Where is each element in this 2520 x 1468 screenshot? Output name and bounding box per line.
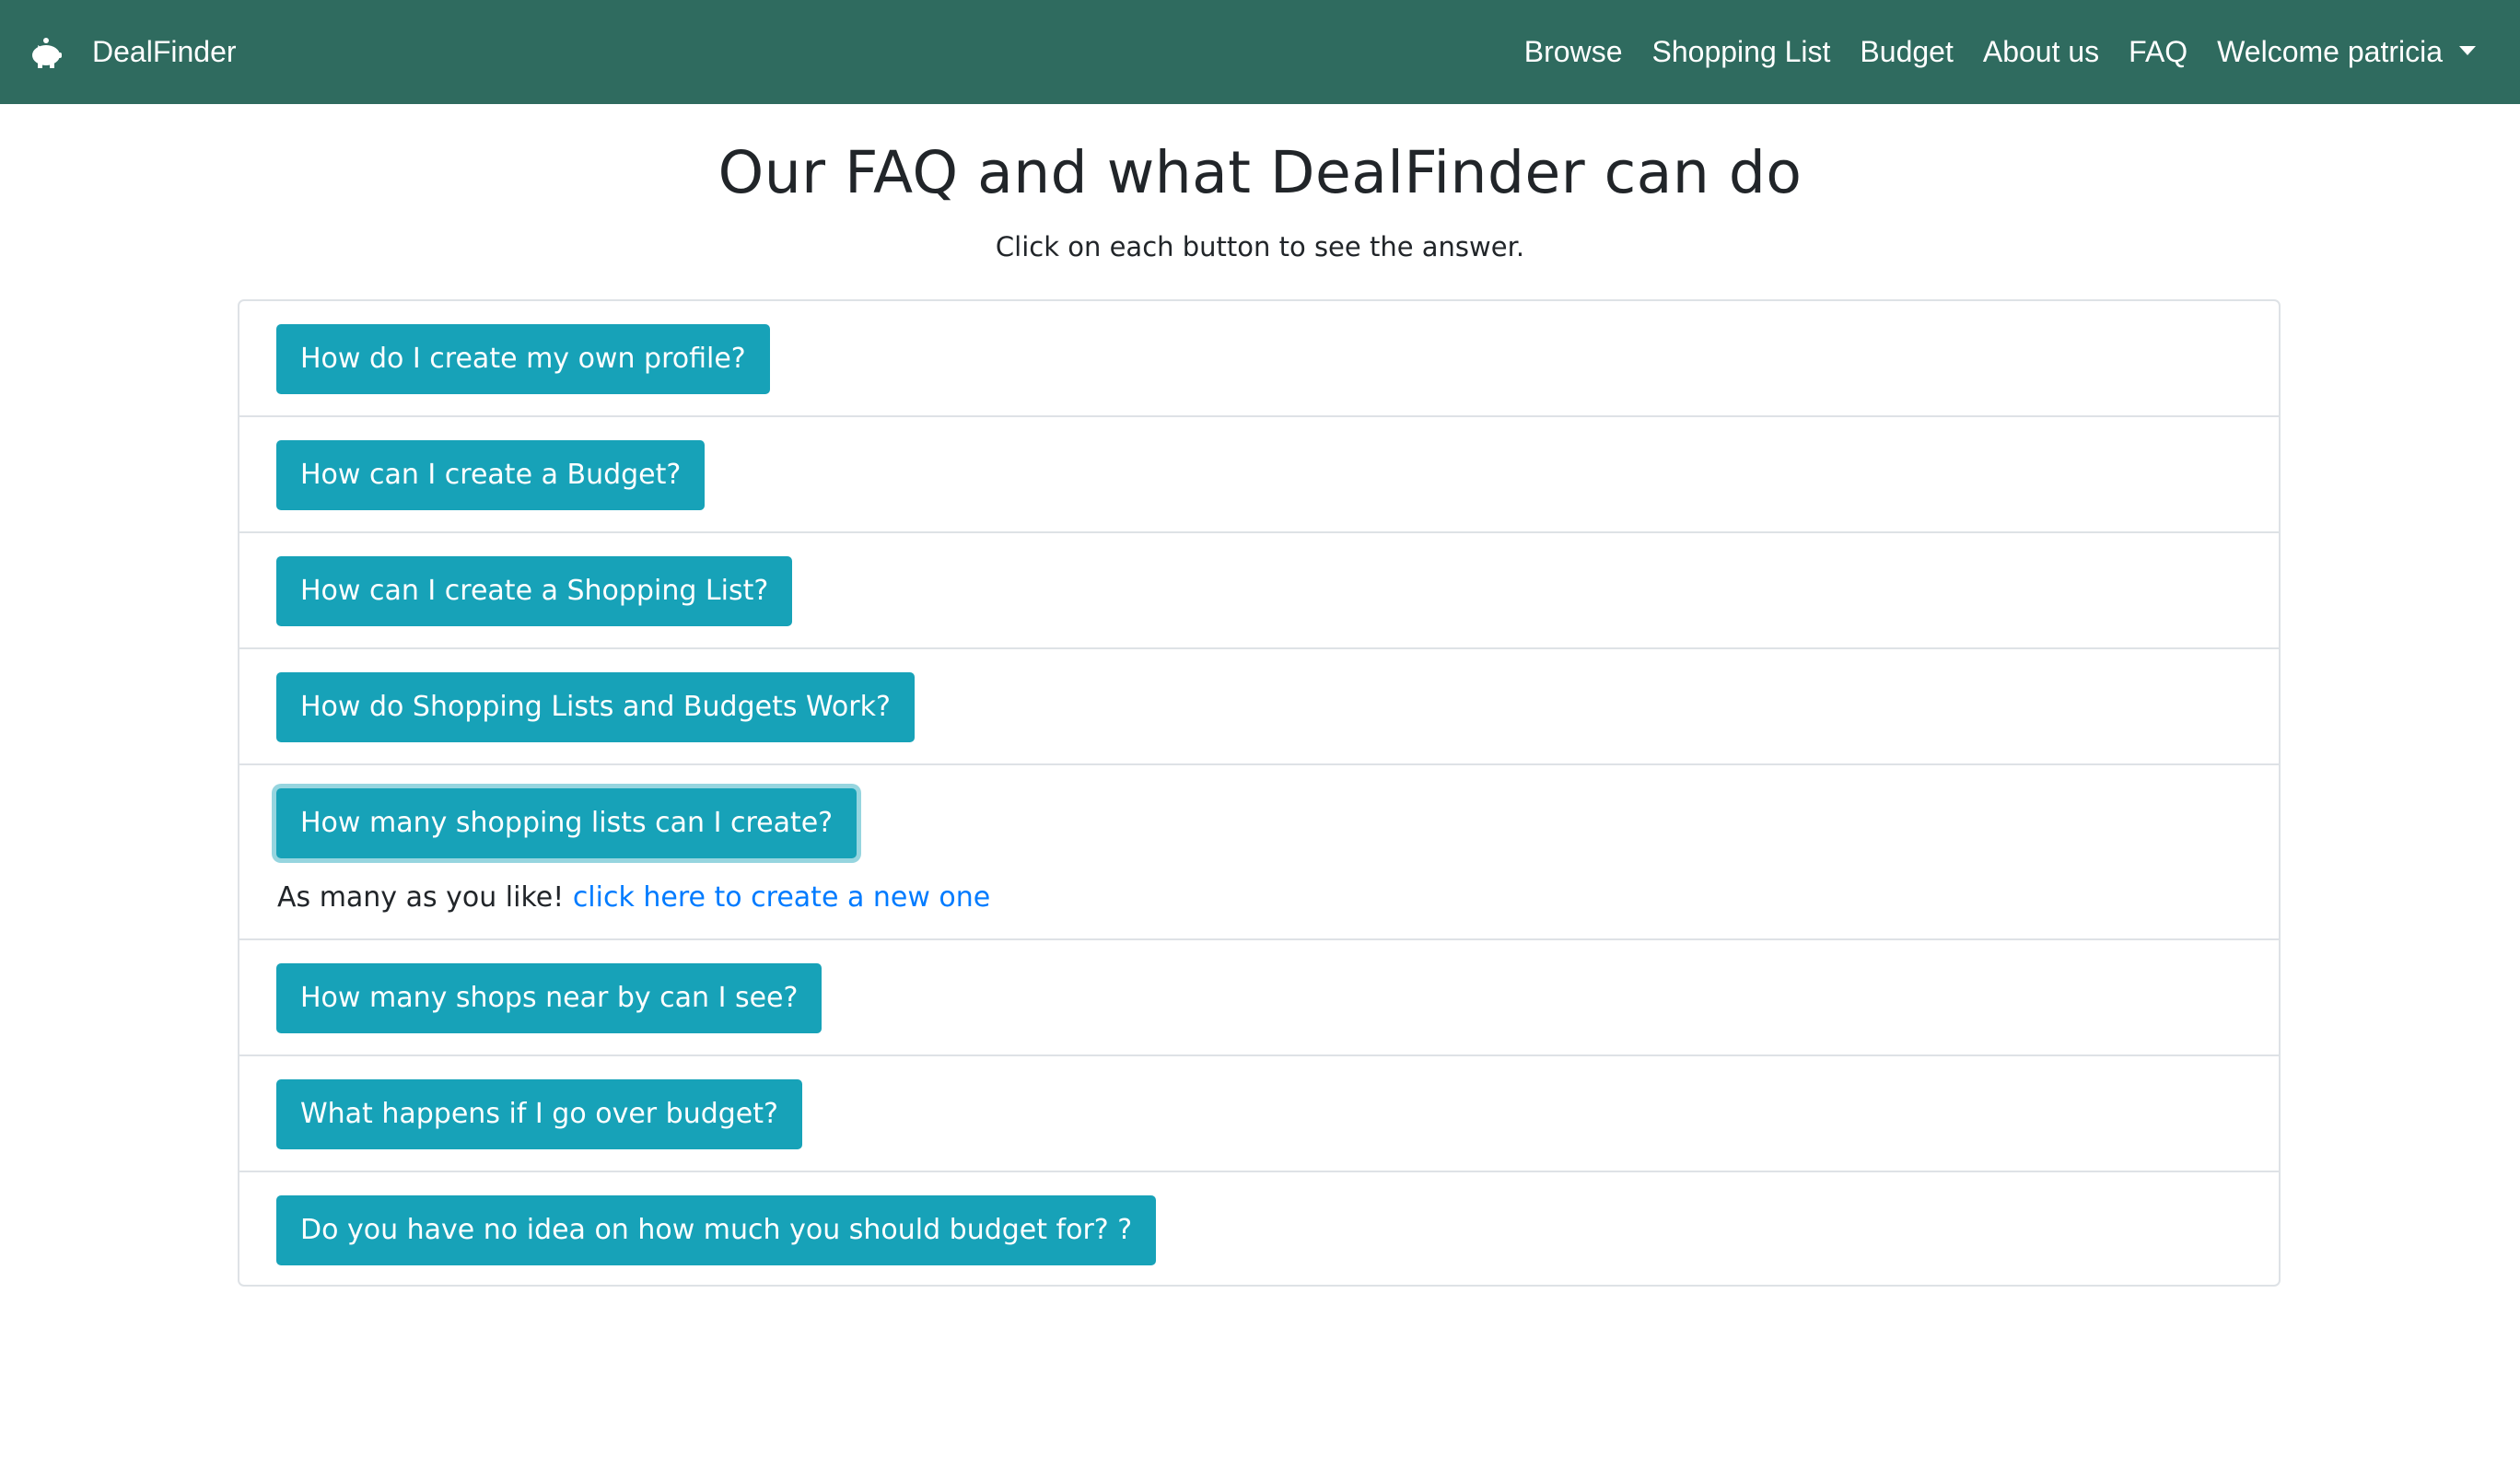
nav-about-us[interactable]: About us — [1983, 35, 2099, 69]
piggy-bank-icon — [28, 34, 64, 71]
faq-item: How do I create my own profile? — [239, 301, 2279, 417]
nav-budget[interactable]: Budget — [1860, 35, 1953, 69]
nav-links: Browse Shopping List Budget About us FAQ… — [1524, 0, 2476, 104]
brand-name: DealFinder — [92, 35, 237, 68]
caret-down-icon — [2459, 45, 2476, 55]
faq-item: Do you have no idea on how much you shou… — [239, 1172, 2279, 1285]
faq-question-button-over-budget[interactable]: What happens if I go over budget? — [276, 1079, 802, 1149]
faq-question-button-nearby-shops[interactable]: How many shops near by can I see? — [276, 963, 822, 1033]
faq-item: What happens if I go over budget? — [239, 1056, 2279, 1172]
page-title: Our FAQ and what DealFinder can do — [718, 139, 1802, 206]
user-menu-label: Welcome patricia — [2217, 35, 2443, 68]
nav-faq[interactable]: FAQ — [2129, 35, 2188, 69]
nav-browse[interactable]: Browse — [1524, 35, 1623, 69]
page-subtitle: Click on each button to see the answer. — [995, 231, 1525, 262]
brand[interactable]: DealFinder — [28, 0, 237, 104]
faq-item: How do Shopping Lists and Budgets Work? — [239, 649, 2279, 765]
faq-answer-text: As many as you like! — [277, 881, 573, 914]
faq-answer: As many as you like! click here to creat… — [277, 881, 990, 914]
nav-shopping-list[interactable]: Shopping List — [1652, 35, 1831, 69]
faq-question-button-budget[interactable]: How can I create a Budget? — [276, 440, 706, 510]
faq-question-button-list-count[interactable]: How many shopping lists can I create? — [276, 788, 858, 858]
faq-question-button-shopping-list[interactable]: How can I create a Shopping List? — [276, 556, 793, 626]
faq-item: How can I create a Budget? — [239, 417, 2279, 533]
faq-question-button-how-it-works[interactable]: How do Shopping Lists and Budgets Work? — [276, 672, 915, 742]
faq-item-expanded: How many shopping lists can I create? As… — [239, 765, 2279, 940]
create-list-link[interactable]: click here to create a new one — [573, 881, 990, 914]
faq-item: How can I create a Shopping List? — [239, 533, 2279, 649]
top-navbar: DealFinder Browse Shopping List Budget A… — [0, 0, 2520, 104]
faq-item: How many shops near by can I see? — [239, 940, 2279, 1056]
user-menu-dropdown[interactable]: Welcome patricia — [2217, 35, 2476, 69]
faq-card: How do I create my own profile? How can … — [238, 299, 2281, 1287]
faq-question-button-profile[interactable]: How do I create my own profile? — [276, 324, 770, 394]
faq-question-button-budget-amount[interactable]: Do you have no idea on how much you shou… — [276, 1195, 1157, 1265]
